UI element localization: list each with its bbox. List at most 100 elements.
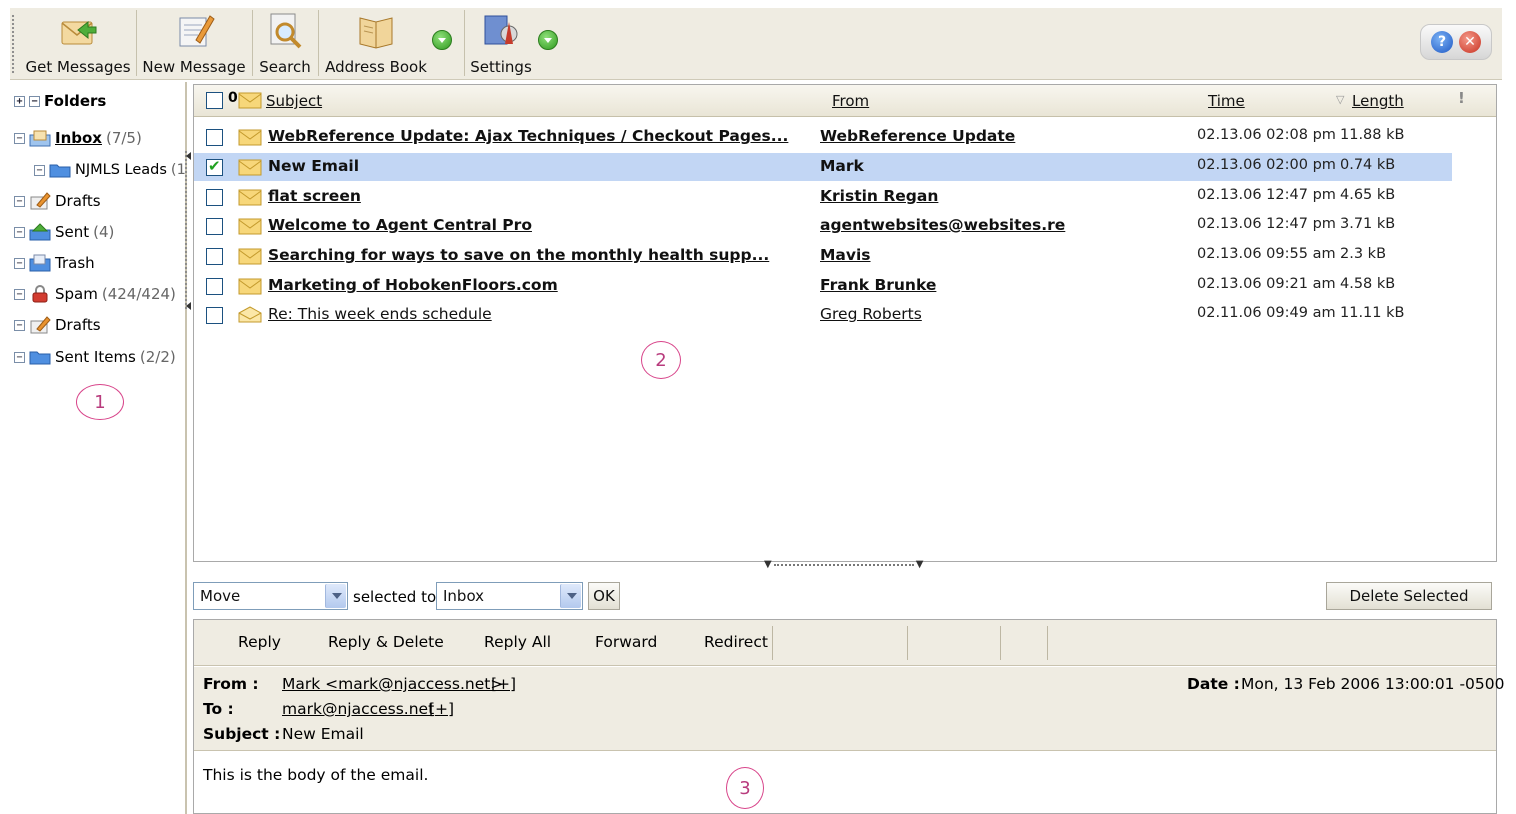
toolbar-grip[interactable] — [11, 14, 15, 74]
search-label: Search — [259, 58, 311, 76]
sidebar-item-drafts[interactable]: − Drafts — [14, 192, 105, 210]
collapse-icon[interactable]: − — [14, 351, 25, 363]
chevron-down-icon[interactable] — [325, 584, 346, 608]
action-select[interactable]: Move — [193, 582, 348, 610]
sidebar-item-spam[interactable]: − Spam (424/424) — [14, 285, 176, 303]
chevron-down-icon[interactable] — [560, 584, 581, 608]
message-time: 02.13.06 02:08 pm — [1197, 127, 1336, 143]
row-checkbox[interactable] — [206, 248, 223, 265]
settings-button[interactable]: Settings — [470, 8, 532, 80]
collapse-icon[interactable]: − — [34, 164, 45, 176]
sidebar-item-sent[interactable]: − Sent (4) — [14, 223, 114, 241]
add-sender-link[interactable]: [+] — [491, 675, 516, 693]
help-icon[interactable]: ? — [1431, 31, 1453, 53]
sidebar-item-inbox[interactable]: − Inbox (7/5) — [14, 129, 142, 147]
folder-select[interactable]: Inbox — [436, 582, 583, 610]
unread-envelope-icon — [238, 159, 262, 176]
message-subject[interactable]: Marketing of HobokenFloors.com — [268, 276, 558, 294]
collapse-arrow-icon[interactable] — [186, 152, 191, 160]
message-sender[interactable]: Frank Brunke — [820, 276, 936, 294]
message-subject[interactable]: Searching for ways to save on the monthl… — [268, 246, 769, 264]
folder-icon — [49, 164, 71, 178]
forward-button[interactable]: Forward — [595, 633, 657, 651]
main-toolbar: Get Messages New Message Search Address … — [10, 8, 1502, 80]
select-all-checkbox[interactable] — [206, 92, 223, 109]
subject-column-header[interactable]: Subject — [266, 92, 322, 110]
message-subject[interactable]: New Email — [268, 157, 359, 175]
message-sender[interactable]: agentwebsites@websites.re — [820, 216, 1065, 234]
message-header: From : Mark <mark@njaccess.net> [+] To :… — [194, 667, 1505, 751]
new-message-button[interactable]: New Message — [142, 8, 246, 80]
priority-column-header[interactable]: ! — [1458, 89, 1465, 107]
collapse-icon[interactable]: − — [14, 288, 25, 300]
message-subject[interactable]: flat screen — [268, 187, 361, 205]
row-checkbox[interactable] — [206, 278, 223, 295]
table-row[interactable]: Re: This week ends schedule Greg Roberts… — [194, 301, 1452, 329]
close-icon[interactable]: ✕ — [1459, 31, 1481, 53]
message-subject[interactable]: Re: This week ends schedule — [268, 305, 492, 323]
sidebar-item-drafts-2[interactable]: − Drafts — [14, 316, 105, 334]
reply-delete-button[interactable]: Reply & Delete — [328, 633, 444, 651]
table-row[interactable]: New Email Mark 02.13.06 02:00 pm 0.74 kB — [194, 153, 1452, 181]
reply-button[interactable]: Reply — [238, 633, 281, 651]
table-row[interactable]: WebReference Update: Ajax Techniques / C… — [194, 123, 1452, 151]
sidebar-item-njmls-leads[interactable]: − NJMLS Leads (1 — [34, 161, 186, 179]
unread-envelope-icon — [238, 189, 262, 206]
message-sender[interactable]: Mark — [820, 157, 864, 175]
row-checkbox[interactable] — [206, 307, 223, 324]
delete-selected-button[interactable]: Delete Selected — [1326, 582, 1492, 610]
new-message-icon — [179, 15, 215, 47]
table-row[interactable]: Marketing of HobokenFloors.com Frank Bru… — [194, 272, 1452, 300]
collapse-all-icon[interactable]: − — [29, 95, 40, 107]
time-column-header[interactable]: Time — [1208, 92, 1245, 110]
table-row[interactable]: flat screen Kristin Regan 02.13.06 12:47… — [194, 183, 1452, 211]
length-column-header[interactable]: Length — [1352, 92, 1404, 110]
folders-header[interactable]: + − Folders — [14, 92, 106, 110]
message-sender[interactable]: WebReference Update — [820, 127, 1015, 145]
folder-count: (7/5) — [105, 129, 142, 147]
from-column-header[interactable]: From — [832, 92, 869, 110]
message-time: 02.13.06 12:47 pm — [1197, 187, 1336, 203]
ok-button[interactable]: OK — [588, 582, 620, 610]
table-row[interactable]: Searching for ways to save on the monthl… — [194, 242, 1452, 270]
message-sender[interactable]: Kristin Regan — [820, 187, 938, 205]
get-messages-button[interactable]: Get Messages — [25, 8, 131, 80]
table-row[interactable]: Welcome to Agent Central Pro agentwebsit… — [194, 212, 1452, 240]
pane-splitter[interactable]: ▼ ▼ — [764, 559, 923, 570]
collapse-icon[interactable]: − — [14, 257, 25, 269]
row-checkbox[interactable] — [206, 129, 223, 146]
message-sender[interactable]: Greg Roberts — [820, 305, 922, 323]
address-book-button[interactable]: Address Book — [324, 8, 428, 80]
sidebar-item-sent-items[interactable]: − Sent Items (2/2) — [14, 348, 176, 366]
message-time: 02.13.06 09:21 am — [1197, 276, 1336, 292]
add-recipient-link[interactable]: [+] — [429, 700, 454, 718]
envelope-column-icon[interactable] — [238, 92, 262, 109]
spam-icon — [32, 285, 48, 303]
message-subject[interactable]: WebReference Update: Ajax Techniques / C… — [268, 127, 788, 145]
message-sender[interactable]: Mavis — [820, 246, 871, 264]
address-book-dropdown-icon[interactable] — [432, 30, 452, 50]
row-checkbox[interactable] — [206, 218, 223, 235]
collapse-icon[interactable]: − — [14, 195, 25, 207]
date-value: Mon, 13 Feb 2006 13:00:01 -0500 — [1241, 675, 1505, 693]
expand-all-icon[interactable]: + — [14, 95, 25, 107]
get-messages-icon — [61, 20, 97, 45]
drafts-icon — [30, 316, 51, 334]
to-address-link[interactable]: mark@njaccess.net — [282, 700, 434, 718]
settings-dropdown-icon[interactable] — [538, 30, 558, 50]
row-checkbox[interactable] — [206, 189, 223, 206]
attachment-column-icon[interactable]: 0 — [228, 90, 238, 106]
subject-label: Subject : — [203, 725, 281, 743]
search-button[interactable]: Search — [256, 8, 314, 80]
row-checkbox[interactable] — [206, 157, 223, 176]
message-time: 02.11.06 09:49 am — [1197, 305, 1336, 321]
collapse-icon[interactable]: − — [14, 226, 25, 238]
collapse-icon[interactable]: − — [14, 319, 25, 331]
collapse-arrow-icon[interactable] — [186, 302, 191, 310]
reply-all-button[interactable]: Reply All — [484, 633, 551, 651]
sidebar-item-trash[interactable]: − Trash — [14, 254, 99, 272]
from-address-link[interactable]: Mark <mark@njaccess.net> — [282, 675, 503, 693]
redirect-button[interactable]: Redirect — [704, 633, 768, 651]
collapse-icon[interactable]: − — [14, 132, 25, 144]
message-subject[interactable]: Welcome to Agent Central Pro — [268, 216, 532, 234]
